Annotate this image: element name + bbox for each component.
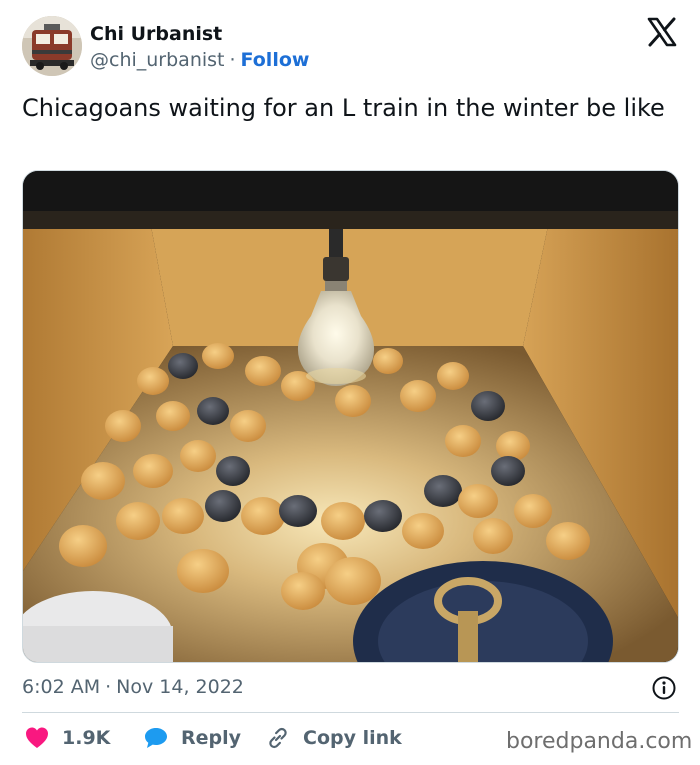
copy-link-label: Copy link xyxy=(303,727,402,749)
tweet-time: 6:02 AM xyxy=(22,676,101,698)
link-icon xyxy=(269,727,287,749)
reply-label: Reply xyxy=(181,727,242,749)
separator-dot: · xyxy=(105,676,112,698)
tweet-text: Chicagoans waiting for an L train in the… xyxy=(22,94,665,122)
info-icon[interactable] xyxy=(651,675,677,701)
tweet-card: Chi Urbanist @chi_urbanist · Follow Chicag… xyxy=(0,0,700,765)
like-button[interactable]: 1.9K xyxy=(24,725,110,751)
reply-button[interactable]: Reply xyxy=(143,725,241,751)
watermark: boredpanda.com xyxy=(506,729,693,754)
x-logo-icon[interactable] xyxy=(646,16,678,48)
copy-link-button[interactable]: Copy link xyxy=(265,725,402,751)
tweet-media[interactable] xyxy=(22,170,679,663)
chicks-under-heat-lamp-photo xyxy=(23,171,678,662)
timestamp[interactable]: 6:02 AM · Nov 14, 2022 xyxy=(22,675,244,699)
follow-link[interactable]: Follow xyxy=(241,49,310,71)
train-avatar-icon xyxy=(22,16,82,76)
divider xyxy=(22,712,679,713)
tweet-date: Nov 14, 2022 xyxy=(116,676,244,698)
author-name[interactable]: Chi Urbanist xyxy=(90,22,222,46)
heart-icon xyxy=(26,727,48,748)
author-handle[interactable]: @chi_urbanist xyxy=(90,49,225,71)
like-count: 1.9K xyxy=(62,727,111,749)
avatar[interactable] xyxy=(22,16,82,76)
author-handle-row: @chi_urbanist · Follow xyxy=(90,48,309,72)
separator-dot: · xyxy=(229,49,236,71)
reply-bubble-icon xyxy=(145,728,167,748)
